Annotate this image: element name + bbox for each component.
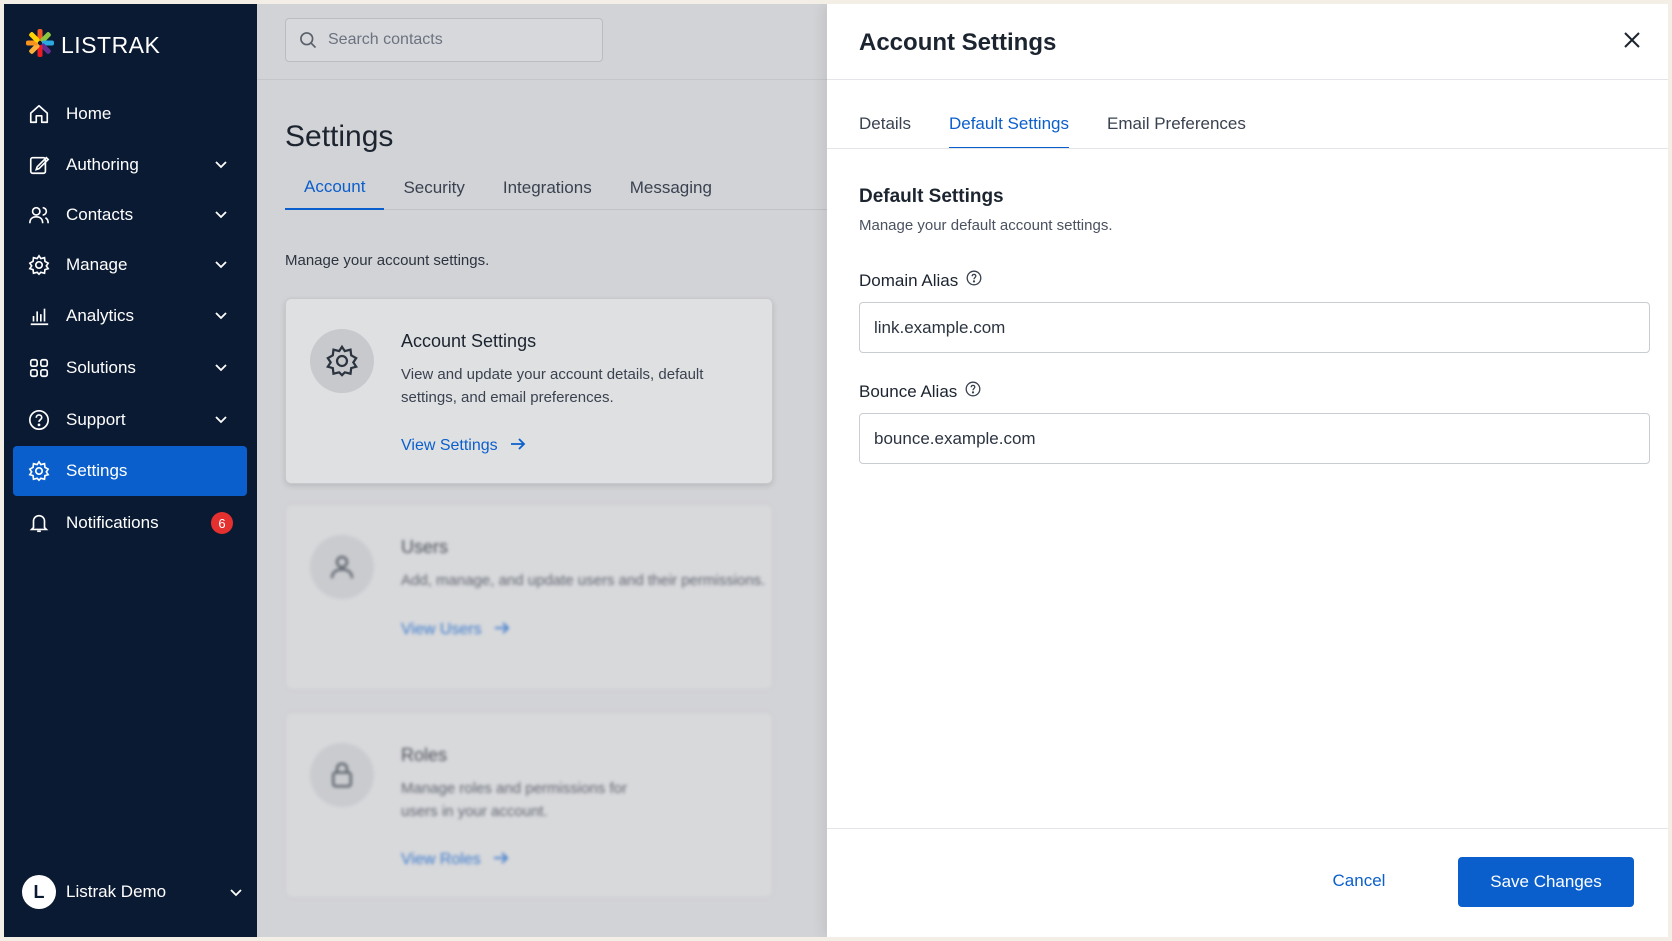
grid-icon [26, 355, 52, 381]
field-label-text: Bounce Alias [859, 381, 958, 401]
page-title: Settings [285, 120, 394, 153]
tab-messaging[interactable]: Messaging [611, 166, 731, 210]
tab-email-preferences[interactable]: Email Preferences [1107, 104, 1246, 149]
sidebar-item-manage[interactable]: Manage [13, 240, 247, 290]
user-name: Listrak Demo [66, 882, 167, 901]
section-description: Manage your default account settings. [859, 217, 1113, 234]
search-placeholder: Search contacts [328, 31, 443, 48]
sidebar-item-label: Support [66, 410, 126, 429]
arrow-right-icon [493, 851, 509, 869]
help-icon[interactable] [965, 381, 981, 402]
link-label: View Settings [401, 437, 498, 454]
search-icon [298, 30, 318, 50]
gear-icon [26, 458, 52, 484]
drawer-tabs: Details Default Settings Email Preferenc… [859, 104, 1668, 149]
sidebar-item-analytics[interactable]: Analytics [13, 291, 247, 341]
sidebar-item-label: Settings [66, 461, 128, 480]
chevron-down-icon[interactable] [213, 412, 229, 428]
card-description: View and update your account details, de… [401, 366, 704, 406]
sidebar-item-label: Notifications [66, 513, 159, 532]
cancel-button[interactable]: Cancel [1319, 857, 1399, 905]
domain-alias-input[interactable] [859, 302, 1650, 353]
lock-icon [310, 743, 374, 807]
view-settings-link[interactable]: View Settings [401, 437, 526, 455]
close-button[interactable] [1618, 28, 1646, 56]
sidebar-item-contacts[interactable]: Contacts [13, 190, 247, 240]
close-icon [1623, 31, 1641, 54]
user-menu[interactable]: L Listrak Demo [22, 874, 242, 910]
analytics-icon [26, 303, 52, 329]
tab-details[interactable]: Details [859, 104, 911, 149]
chevron-down-icon[interactable] [230, 882, 242, 902]
account-settings-drawer: Account Settings Details Default Setting… [827, 4, 1668, 937]
save-changes-button[interactable]: Save Changes [1458, 857, 1634, 907]
sidebar-item-authoring[interactable]: Authoring [13, 140, 247, 190]
sidebar-item-label: Solutions [66, 358, 136, 377]
settings-tabs: Account Security Integrations Messaging [285, 166, 827, 210]
chevron-down-icon[interactable] [213, 257, 229, 273]
link-label: View Users [401, 621, 482, 638]
top-bar: Search contacts [257, 4, 827, 80]
bell-icon [26, 510, 52, 536]
drawer-header: Account Settings [827, 4, 1668, 80]
main-content: Search contacts Settings Account Securit… [257, 4, 827, 937]
field-label-text: Domain Alias [859, 270, 959, 290]
card-description: Add, manage, and update users and their … [401, 572, 766, 589]
sidebar-item-settings[interactable]: Settings [13, 446, 247, 496]
bounce-alias-input[interactable] [859, 413, 1650, 464]
view-users-link[interactable]: View Users [401, 621, 510, 639]
app-window: LISTRAK Home Authoring Contacts Manage A… [4, 4, 1668, 937]
notification-badge: 6 [211, 512, 233, 534]
view-roles-link[interactable]: View Roles [401, 851, 509, 869]
arrow-right-icon [510, 437, 526, 455]
contacts-icon [26, 202, 52, 228]
brand-logo[interactable]: LISTRAK [25, 28, 160, 63]
account-settings-card: Account Settings View and update your ac… [285, 298, 773, 484]
tab-default-settings[interactable]: Default Settings [948, 104, 1069, 149]
sidebar-item-solutions[interactable]: Solutions [13, 343, 247, 393]
arrow-right-icon [494, 621, 510, 639]
card-title: Users [401, 537, 449, 557]
drawer-footer: Cancel Save Changes [827, 828, 1668, 937]
help-icon [26, 407, 52, 433]
gear-icon [26, 252, 52, 278]
sidebar-item-label: Contacts [66, 205, 134, 224]
sidebar: LISTRAK Home Authoring Contacts Manage A… [4, 4, 257, 937]
domain-alias-label: Domain Alias [859, 270, 982, 291]
users-card: Users Add, manage, and update users and … [285, 504, 773, 690]
sidebar-item-label: Authoring [66, 155, 139, 174]
user-icon [310, 535, 374, 599]
chevron-down-icon[interactable] [213, 207, 229, 223]
card-description: Manage roles and permissions for users i… [401, 780, 627, 820]
tab-account[interactable]: Account [285, 166, 385, 210]
roles-card: Roles Manage roles and permissions for u… [285, 712, 773, 898]
bounce-alias-label: Bounce Alias [859, 381, 981, 402]
home-icon [26, 101, 52, 127]
chevron-down-icon[interactable] [213, 308, 229, 324]
tabs-divider [827, 148, 1668, 149]
avatar: L [22, 875, 56, 909]
tab-integrations[interactable]: Integrations [484, 166, 611, 210]
page-description: Manage your account settings. [285, 252, 490, 269]
tab-security[interactable]: Security [384, 166, 483, 210]
sidebar-item-support[interactable]: Support [13, 395, 247, 445]
sidebar-item-notifications[interactable]: Notifications 6 [13, 498, 247, 548]
chevron-down-icon[interactable] [213, 157, 229, 173]
drawer-title: Account Settings [859, 29, 1057, 56]
link-label: View Roles [401, 851, 481, 868]
sidebar-item-home[interactable]: Home [13, 89, 247, 139]
sidebar-item-label: Manage [66, 255, 128, 274]
listrak-logo-icon [25, 28, 55, 63]
help-icon[interactable] [966, 270, 982, 291]
sidebar-item-label: Home [66, 104, 112, 123]
gear-icon [310, 329, 374, 393]
card-title: Roles [401, 745, 448, 765]
brand-name: LISTRAK [61, 32, 161, 58]
card-title: Account Settings [401, 331, 537, 351]
search-input[interactable]: Search contacts [285, 18, 603, 62]
edit-icon [26, 152, 52, 178]
chevron-down-icon[interactable] [213, 360, 229, 376]
sidebar-item-label: Analytics [66, 306, 135, 325]
section-title: Default Settings [859, 186, 1004, 207]
